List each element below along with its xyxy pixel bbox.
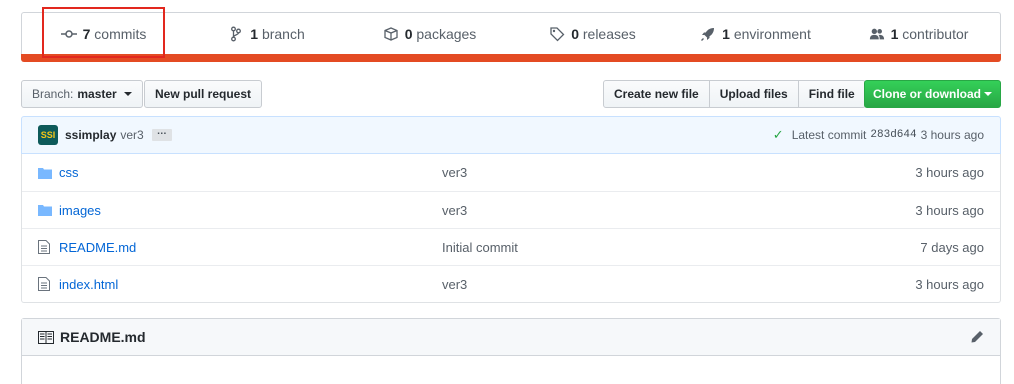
create-new-file-button[interactable]: Create new file: [603, 80, 710, 108]
file-age: 3 hours ago: [915, 165, 984, 180]
packages-label: packages: [416, 26, 477, 42]
folder-icon: [38, 204, 54, 216]
file-age: 3 hours ago: [915, 276, 984, 292]
readme-title: README.md: [60, 329, 146, 345]
releases-link[interactable]: 0 releases: [511, 26, 674, 42]
clone-or-download-button[interactable]: Clone or download: [864, 80, 1001, 108]
file-icon: [38, 240, 54, 254]
branch-icon: [228, 26, 244, 42]
book-icon: [38, 330, 54, 344]
table-row: index.html ver3 3 hours ago: [22, 265, 1000, 302]
find-file-label: Find file: [808, 87, 855, 101]
table-row: images ver3 3 hours ago: [22, 191, 1000, 228]
branches-link[interactable]: 1 branch: [185, 26, 348, 42]
branch-prefix: Branch:: [32, 87, 74, 101]
file-commit-message[interactable]: ver3: [442, 165, 467, 180]
upload-files-button[interactable]: Upload files: [708, 80, 799, 108]
people-icon: [869, 26, 885, 42]
language-bar[interactable]: [21, 54, 1001, 62]
contributors-count: 1: [890, 26, 899, 42]
releases-count: 0: [571, 26, 579, 42]
contributors-label: contributor: [902, 26, 969, 42]
packages-count: 0: [404, 26, 413, 42]
file-name-link[interactable]: README.md: [59, 240, 442, 255]
rocket-icon: [700, 26, 716, 42]
commit-author[interactable]: ssimplay: [65, 128, 116, 142]
file-commit-message[interactable]: ver3: [442, 203, 467, 218]
expand-commit-button[interactable]: …: [151, 127, 172, 141]
branches-count: 1: [250, 26, 259, 42]
tag-icon: [549, 26, 565, 42]
releases-label: releases: [582, 26, 636, 42]
file-commit-message[interactable]: Initial commit: [442, 240, 518, 255]
readme-box: README.md: [21, 318, 1001, 384]
upload-files-label: Upload files: [719, 87, 788, 101]
file-age: 3 hours ago: [915, 202, 984, 218]
environments-link[interactable]: 1 environment: [674, 26, 837, 42]
latest-commit-bar: SSI ssimplay ver3 … ✓ Latest commit 283d…: [21, 116, 1001, 154]
branch-name: master: [77, 87, 117, 101]
file-icon: [38, 277, 54, 291]
file-age: 7 days ago: [920, 239, 984, 255]
file-commit-message[interactable]: ver3: [442, 277, 467, 292]
environments-count: 1: [722, 26, 730, 42]
folder-icon: [38, 167, 54, 179]
commit-message[interactable]: ver3: [120, 128, 143, 142]
contributors-link[interactable]: 1 contributor: [837, 26, 1000, 42]
file-list: css ver3 3 hours ago images ver3 3 hours…: [21, 154, 1001, 303]
chevron-down-icon: [123, 92, 132, 96]
environments-label: environment: [733, 26, 811, 42]
new-pull-request-button[interactable]: New pull request: [144, 80, 263, 108]
file-name-link[interactable]: images: [59, 203, 442, 218]
create-new-file-label: Create new file: [614, 87, 699, 101]
branch-select-button[interactable]: Branch: master: [21, 80, 143, 108]
package-icon: [383, 26, 399, 42]
file-navigation: Branch: master New pull request Create n…: [21, 80, 1001, 108]
readme-header: README.md: [22, 319, 1000, 356]
file-actions-group: Create new file Upload files Find file: [603, 80, 866, 108]
find-file-button[interactable]: Find file: [797, 80, 866, 108]
latest-commit-info: ✓ Latest commit 283d644 3 hours ago: [773, 127, 984, 143]
clone-or-download-label: Clone or download: [873, 87, 981, 101]
table-row: README.md Initial commit 7 days ago: [22, 228, 1000, 265]
chevron-down-icon: [984, 92, 992, 96]
avatar[interactable]: SSI: [38, 125, 58, 145]
commit-age: 3 hours ago: [920, 128, 984, 142]
commit-sha[interactable]: 283d644: [870, 129, 916, 141]
annotation-highlight-box: [42, 7, 165, 58]
latest-commit-label: Latest commit: [791, 128, 867, 142]
check-icon[interactable]: ✓: [773, 127, 784, 143]
pencil-icon[interactable]: [970, 330, 984, 344]
new-pull-request-label: New pull request: [155, 87, 252, 101]
file-name-link[interactable]: css: [59, 165, 442, 180]
packages-link[interactable]: 0 packages: [348, 26, 511, 42]
branches-label: branch: [261, 26, 305, 42]
repo-numbers-summary: 7 commits 1 branch 0 packages 0 releases…: [21, 12, 1001, 62]
file-name-link[interactable]: index.html: [59, 277, 442, 292]
table-row: css ver3 3 hours ago: [22, 154, 1000, 191]
